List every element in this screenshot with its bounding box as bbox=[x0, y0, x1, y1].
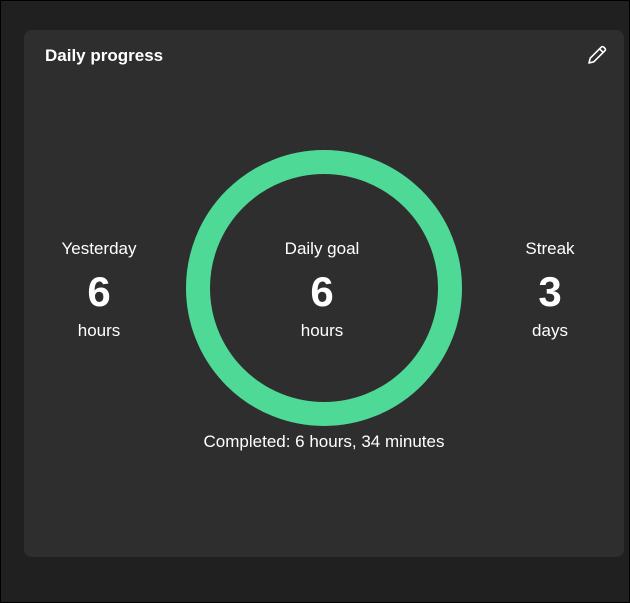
completed-text: Completed: 6 hours, 34 minutes bbox=[203, 432, 445, 451]
window-frame: Daily progress Yesterday 6 hours Daily g… bbox=[0, 0, 630, 603]
yesterday-label: Yesterday bbox=[61, 239, 137, 258]
streak-unit: days bbox=[532, 321, 568, 340]
yesterday-value: 6 bbox=[87, 268, 111, 315]
daily-goal-unit: hours bbox=[300, 321, 344, 340]
yesterday-stat: Yesterday 6 hours bbox=[19, 239, 179, 341]
edit-button[interactable] bbox=[584, 42, 610, 68]
streak-stat: Streak 3 days bbox=[470, 239, 630, 341]
daily-goal-value: 6 bbox=[310, 268, 334, 315]
yesterday-unit: hours bbox=[77, 321, 121, 340]
daily-progress-card: Daily progress Yesterday 6 hours Daily g… bbox=[24, 30, 624, 557]
daily-goal-stat: Daily goal 6 hours bbox=[242, 239, 402, 341]
daily-goal-label: Daily goal bbox=[284, 239, 360, 258]
pencil-icon bbox=[588, 45, 607, 64]
streak-value: 3 bbox=[538, 268, 562, 315]
streak-label: Streak bbox=[525, 239, 575, 258]
card-title: Daily progress bbox=[45, 46, 164, 65]
